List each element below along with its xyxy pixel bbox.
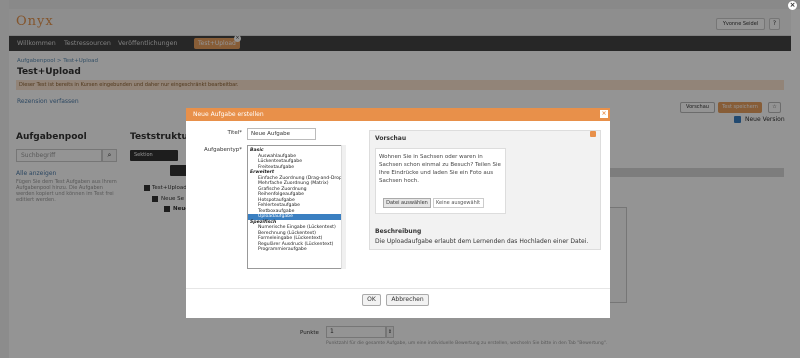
preview-question-text: Wohnen Sie in Sachsen oder waren in Sach…	[379, 154, 501, 184]
title-field-label: Titel*	[227, 130, 242, 136]
file-status: Keine ausgewählt	[433, 198, 484, 208]
description-text: Die Uploadaufgabe erlaubt dem Lernenden …	[375, 238, 589, 245]
dialog-footer-divider	[186, 288, 610, 289]
task-type-listbox[interactable]: Basic Auswahlaufgabe Lückentextaufgabe Frei…	[247, 145, 346, 269]
close-icon[interactable]: ×	[788, 1, 797, 10]
cancel-button[interactable]: Abbrechen	[386, 294, 429, 306]
lock-icon	[590, 131, 596, 137]
listbox-scrollbar[interactable]	[341, 145, 346, 269]
description-heading: Beschreibung	[375, 228, 422, 235]
task-type-label: Aufgabentyp*	[203, 147, 242, 153]
dialog-title: Neue Aufgabe erstellen	[193, 111, 264, 118]
title-field[interactable]: Neue Aufgabe	[247, 128, 316, 140]
ok-button[interactable]: OK	[362, 294, 381, 306]
dialog-close-icon[interactable]: ×	[600, 110, 608, 118]
choose-file-button[interactable]: Datei auswählen	[383, 198, 431, 208]
listbox-option[interactable]: Programmieraufgabe	[248, 247, 342, 253]
preview-heading: Vorschau	[375, 135, 407, 142]
